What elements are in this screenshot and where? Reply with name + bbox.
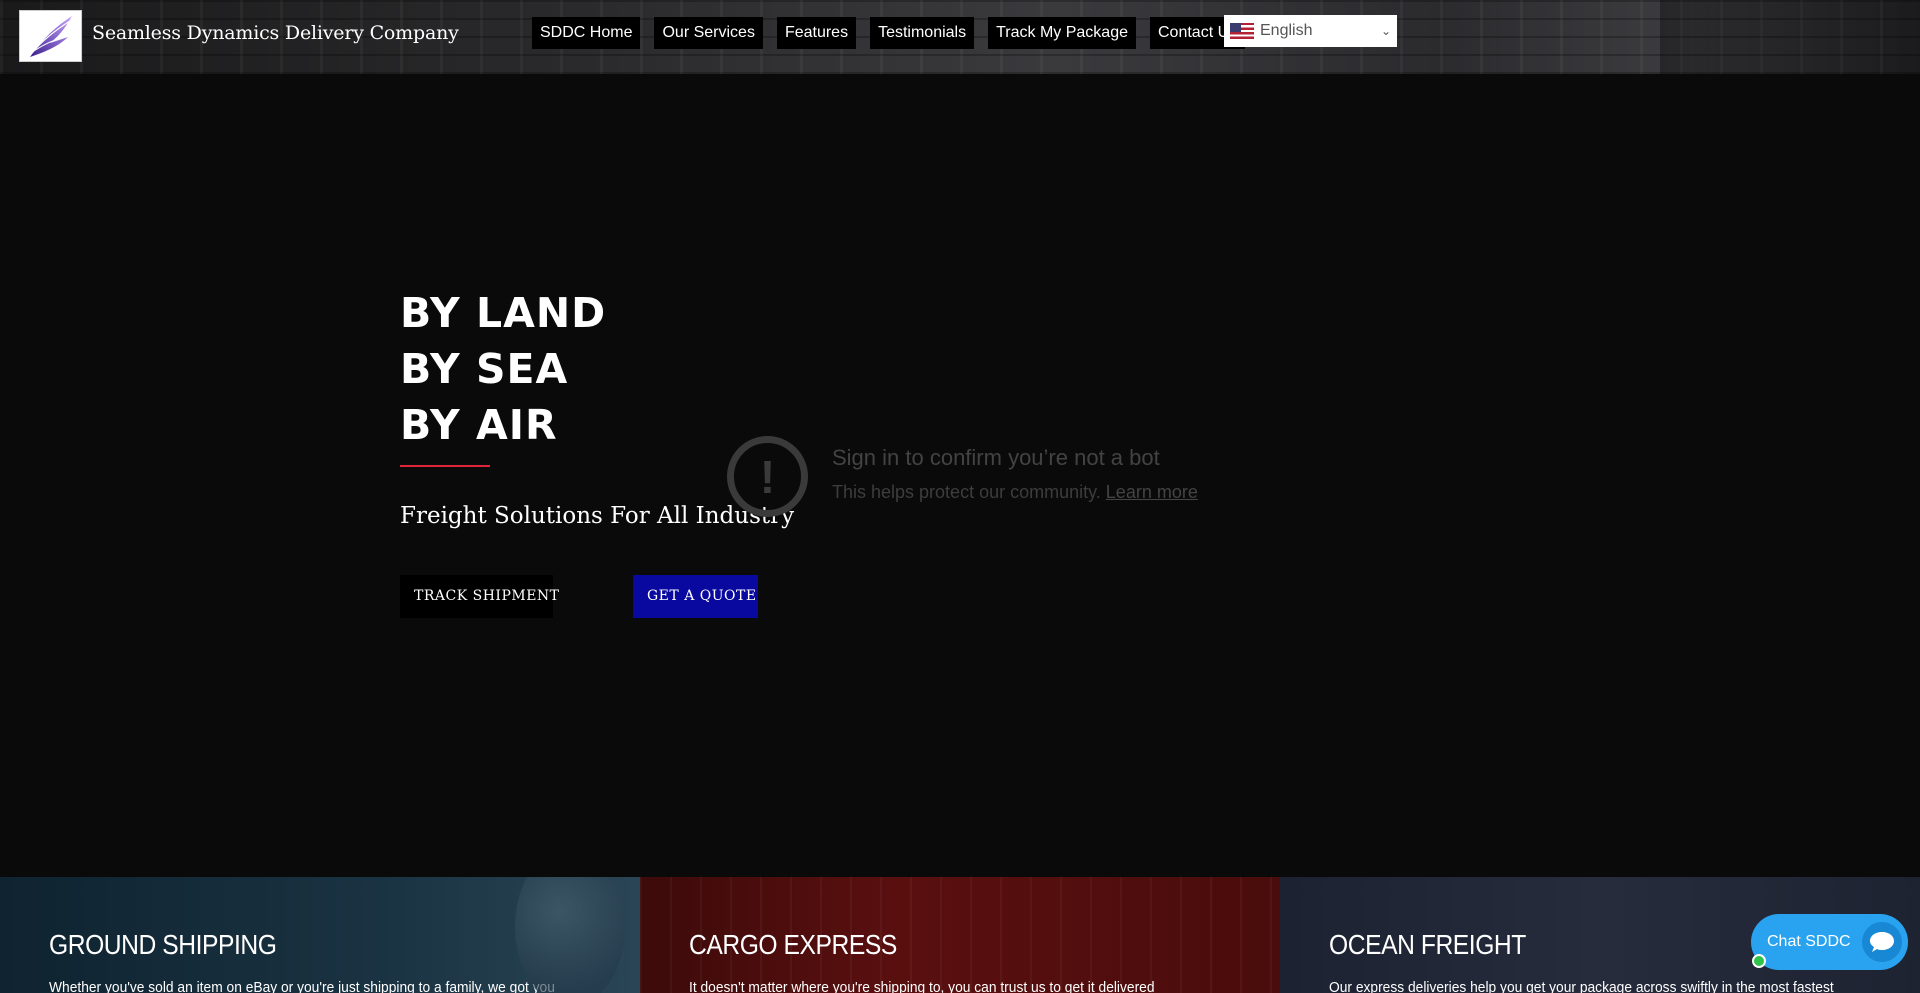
chevron-down-icon: ⌄ bbox=[1380, 24, 1391, 38]
exclamation-circle-icon: ! bbox=[727, 436, 808, 517]
feather-wing-icon bbox=[29, 16, 72, 57]
nav-our-services[interactable]: Our Services bbox=[654, 17, 763, 49]
hero-headline: BY LAND BY SEA BY AIR bbox=[400, 285, 606, 453]
nav-features[interactable]: Features bbox=[776, 17, 857, 49]
service-text: Our express deliveries help you get your… bbox=[1329, 979, 1834, 993]
track-shipment-button[interactable]: TRACK SHIPMENT bbox=[400, 575, 559, 618]
hero-line-sea: BY SEA bbox=[400, 345, 569, 393]
bot-check-title: Sign in to confirm you’re not a bot bbox=[832, 445, 1160, 470]
service-title: OCEAN FREIGHT bbox=[1329, 929, 1526, 960]
bot-check-message: This helps protect our community. bbox=[832, 482, 1101, 502]
hero-line-air: BY AIR bbox=[400, 401, 558, 449]
bot-check-text: This helps protect our community. Learn … bbox=[832, 482, 1198, 503]
service-title: CARGO EXPRESS bbox=[689, 929, 897, 960]
hero-subtitle: Freight Solutions For All Industry bbox=[400, 503, 795, 529]
hero-divider bbox=[400, 465, 490, 467]
service-title: GROUND SHIPPING bbox=[49, 929, 277, 960]
main-nav: SDDC Home Our Services Features Testimon… bbox=[532, 17, 1246, 49]
service-panel-ground: GROUND SHIPPING Whether you've sold an i… bbox=[0, 877, 640, 993]
online-status-dot bbox=[1752, 954, 1766, 968]
language-selected: English bbox=[1260, 22, 1313, 39]
site-logo[interactable] bbox=[19, 10, 82, 62]
language-select[interactable]: English ⌄ bbox=[1224, 15, 1397, 47]
service-text: Whether you've sold an item on eBay or y… bbox=[49, 979, 555, 993]
chat-widget-button[interactable]: Chat SDDC bbox=[1751, 914, 1908, 970]
us-flag-icon bbox=[1230, 23, 1254, 39]
chat-bubble-icon bbox=[1862, 922, 1902, 962]
service-text: It doesn't matter where you're shipping … bbox=[689, 979, 1155, 993]
get-a-quote-button[interactable]: GET A QUOTE bbox=[633, 575, 758, 618]
nav-testimonials[interactable]: Testimonials bbox=[870, 17, 975, 49]
service-panel-cargo: CARGO EXPRESS It doesn't matter where yo… bbox=[640, 877, 1280, 993]
nav-track-my-package[interactable]: Track My Package bbox=[988, 17, 1136, 49]
brand-name[interactable]: Seamless Dynamics Delivery Company bbox=[92, 22, 459, 44]
learn-more-link[interactable]: Learn more bbox=[1106, 482, 1198, 502]
nav-sddc-home[interactable]: SDDC Home bbox=[532, 17, 641, 49]
hero-line-land: BY LAND bbox=[400, 289, 607, 337]
chat-label: Chat SDDC bbox=[1767, 933, 1851, 950]
